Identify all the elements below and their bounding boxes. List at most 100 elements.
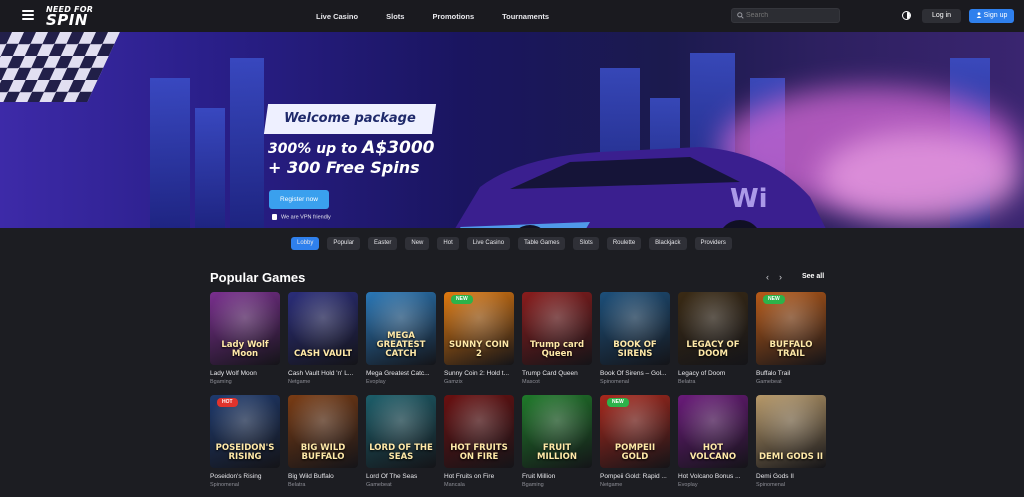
game-provider: Spinomenal <box>756 482 786 488</box>
promo-banner[interactable]: Wi Welcome package 300% up to A$3000 + 3… <box>0 32 1024 228</box>
game-provider: Evoplay <box>366 379 386 385</box>
game-thumbnail[interactable]: LEGACY OF DOOM <box>678 292 748 365</box>
city-skyline-graphic <box>150 78 190 228</box>
game-name[interactable]: Legacy of Doom <box>678 370 748 377</box>
category-tab[interactable]: Table Games <box>518 237 566 250</box>
theme-toggle-icon[interactable] <box>902 11 911 20</box>
search-icon <box>737 12 744 19</box>
game-art-title: HOT VOLCANO <box>689 443 737 462</box>
game-card[interactable]: Trump card Queen Trump Card Queen Mascot <box>522 292 592 385</box>
game-card[interactable]: MEGA GREATEST CATCH Mega Greatest Catc...… <box>366 292 436 385</box>
game-name[interactable]: Hot Volcano Bonus ... <box>678 473 748 480</box>
game-provider: Netgame <box>288 379 311 385</box>
game-name[interactable]: Poseidon's Rising <box>210 473 280 480</box>
chevron-right-icon[interactable]: › <box>779 272 782 282</box>
nav-promotions[interactable]: Promotions <box>432 12 474 21</box>
welcome-tag: Welcome package <box>263 104 437 134</box>
game-name[interactable]: Trump Card Queen <box>522 370 592 377</box>
game-art-title: Lady Wolf Moon <box>221 340 269 359</box>
game-thumbnail[interactable]: Trump card Queen <box>522 292 592 365</box>
game-name[interactable]: Mega Greatest Catc... <box>366 370 436 377</box>
category-tab[interactable]: Hot <box>437 237 459 250</box>
game-card[interactable]: FRUIT MILLION Fruit Million Bgaming <box>522 395 592 488</box>
search-input[interactable] <box>746 10 836 21</box>
game-art-title: Trump card Queen <box>529 340 585 359</box>
game-card[interactable]: CASH VAULT Cash Vault Hold 'n' L... Netgam… <box>288 292 358 385</box>
game-card[interactable]: BOOK OF SIRENS Book Of Sirens – Gol... Spi… <box>600 292 670 385</box>
offer-line1: 300% up to A$3000 <box>268 139 434 158</box>
main-nav: Live Casino Slots Promotions Tournaments <box>316 0 577 32</box>
game-thumbnail[interactable]: BUFFALO TRAIL NEW <box>756 292 826 365</box>
game-name[interactable]: Cash Vault Hold 'n' L... <box>288 370 358 377</box>
category-tab[interactable]: Live Casino <box>466 237 511 250</box>
game-name[interactable]: Buffalo Trail <box>756 370 826 377</box>
game-name[interactable]: Pompeii Gold: Rapid ... <box>600 473 670 480</box>
game-thumbnail[interactable]: HOT VOLCANO <box>678 395 748 468</box>
category-tab[interactable]: Lobby <box>291 237 320 250</box>
offer-prefix: 300% up to <box>268 141 363 157</box>
game-card[interactable]: LORD OF THE SEAS Lord Of The Seas Gamebeat <box>366 395 436 488</box>
login-button[interactable]: Log in <box>922 9 961 23</box>
category-tab[interactable]: Providers <box>694 237 732 250</box>
game-art-title: FRUIT MILLION <box>537 443 577 462</box>
game-provider: Evoplay <box>678 482 698 488</box>
game-art-title: MEGA GREATEST CATCH <box>376 331 426 359</box>
svg-text:Wi: Wi <box>730 184 768 214</box>
game-name[interactable]: Sunny Coin 2: Hold t... <box>444 370 514 377</box>
game-card[interactable]: DEMI GODS II Demi Gods II Spinomenal <box>756 395 826 488</box>
nav-slots[interactable]: Slots <box>386 12 404 21</box>
vpn-note-text: We are VPN friendly <box>281 214 331 221</box>
category-tab[interactable]: Popular <box>327 237 361 250</box>
game-card[interactable]: POSEIDON'S RISING HOT Poseidon's Rising Spi… <box>210 395 280 488</box>
section-title: Popular Games <box>210 270 306 285</box>
game-name[interactable]: Lady Wolf Moon <box>210 370 280 377</box>
nav-live-casino[interactable]: Live Casino <box>316 12 358 21</box>
game-thumbnail[interactable]: POMPEII GOLD NEW <box>600 395 670 468</box>
game-card[interactable]: HOT VOLCANO Hot Volcano Bonus ... Evoplay <box>678 395 748 488</box>
game-thumbnail[interactable]: BOOK OF SIRENS <box>600 292 670 365</box>
game-name[interactable]: Big Wild Buffalo <box>288 473 358 480</box>
game-name[interactable]: Lord Of The Seas <box>366 473 436 480</box>
game-name[interactable]: Book Of Sirens – Gol... <box>600 370 670 377</box>
category-tab[interactable]: New <box>405 237 430 250</box>
game-card[interactable]: POMPEII GOLD NEW Pompeii Gold: Rapid ... Ne… <box>600 395 670 488</box>
game-thumbnail[interactable]: SUNNY COIN 2 NEW <box>444 292 514 365</box>
see-all-link[interactable]: See all <box>802 273 824 280</box>
game-thumbnail[interactable]: HOT FRUITS ON FIRE <box>444 395 514 468</box>
game-thumbnail[interactable]: FRUIT MILLION <box>522 395 592 468</box>
game-thumbnail[interactable]: MEGA GREATEST CATCH <box>366 292 436 365</box>
game-badge: NEW <box>607 398 629 407</box>
menu-icon[interactable] <box>22 10 34 20</box>
game-thumbnail[interactable]: Lady Wolf Moon <box>210 292 280 365</box>
category-tab[interactable]: Blackjack <box>649 237 687 250</box>
game-card[interactable]: Lady Wolf Moon Lady Wolf Moon Bgaming <box>210 292 280 385</box>
category-tab[interactable]: Easter <box>368 237 398 250</box>
nav-tournaments[interactable]: Tournaments <box>502 12 549 21</box>
game-thumbnail[interactable]: BIG WILD BUFFALO <box>288 395 358 468</box>
category-tab[interactable]: Roulette <box>606 237 642 250</box>
game-card[interactable]: HOT FRUITS ON FIRE Hot Fruits on Fire Manc… <box>444 395 514 488</box>
game-thumbnail[interactable]: LORD OF THE SEAS <box>366 395 436 468</box>
game-name[interactable]: Demi Gods II <box>756 473 826 480</box>
game-provider: Belatra <box>678 379 696 385</box>
search-box[interactable] <box>731 8 840 23</box>
chevron-left-icon[interactable]: ‹ <box>766 272 769 282</box>
game-name[interactable]: Hot Fruits on Fire <box>444 473 514 480</box>
game-name[interactable]: Fruit Million <box>522 473 592 480</box>
game-card[interactable]: LEGACY OF DOOM Legacy of Doom Belatra <box>678 292 748 385</box>
category-tab[interactable]: Slots <box>573 237 599 250</box>
game-card[interactable]: SUNNY COIN 2 NEW Sunny Coin 2: Hold t... Ga… <box>444 292 514 385</box>
signup-button[interactable]: Sign up <box>969 9 1014 23</box>
game-provider: Mascot <box>522 379 540 385</box>
game-thumbnail[interactable]: CASH VAULT <box>288 292 358 365</box>
game-card[interactable]: BIG WILD BUFFALO Big Wild Buffalo Belatra <box>288 395 358 488</box>
game-thumbnail[interactable]: DEMI GODS II <box>756 395 826 468</box>
city-building <box>195 108 225 228</box>
game-art-title: BIG WILD BUFFALO <box>300 443 346 462</box>
offer-line2: + 300 Free Spins <box>268 158 420 177</box>
game-thumbnail[interactable]: POSEIDON'S RISING HOT <box>210 395 280 468</box>
game-card[interactable]: BUFFALO TRAIL NEW Buffalo Trail Gamebeat <box>756 292 826 385</box>
register-now-button[interactable]: Register now <box>269 190 329 209</box>
game-badge: HOT <box>217 398 238 407</box>
site-logo[interactable]: NEED FOR SPIN <box>46 5 102 28</box>
